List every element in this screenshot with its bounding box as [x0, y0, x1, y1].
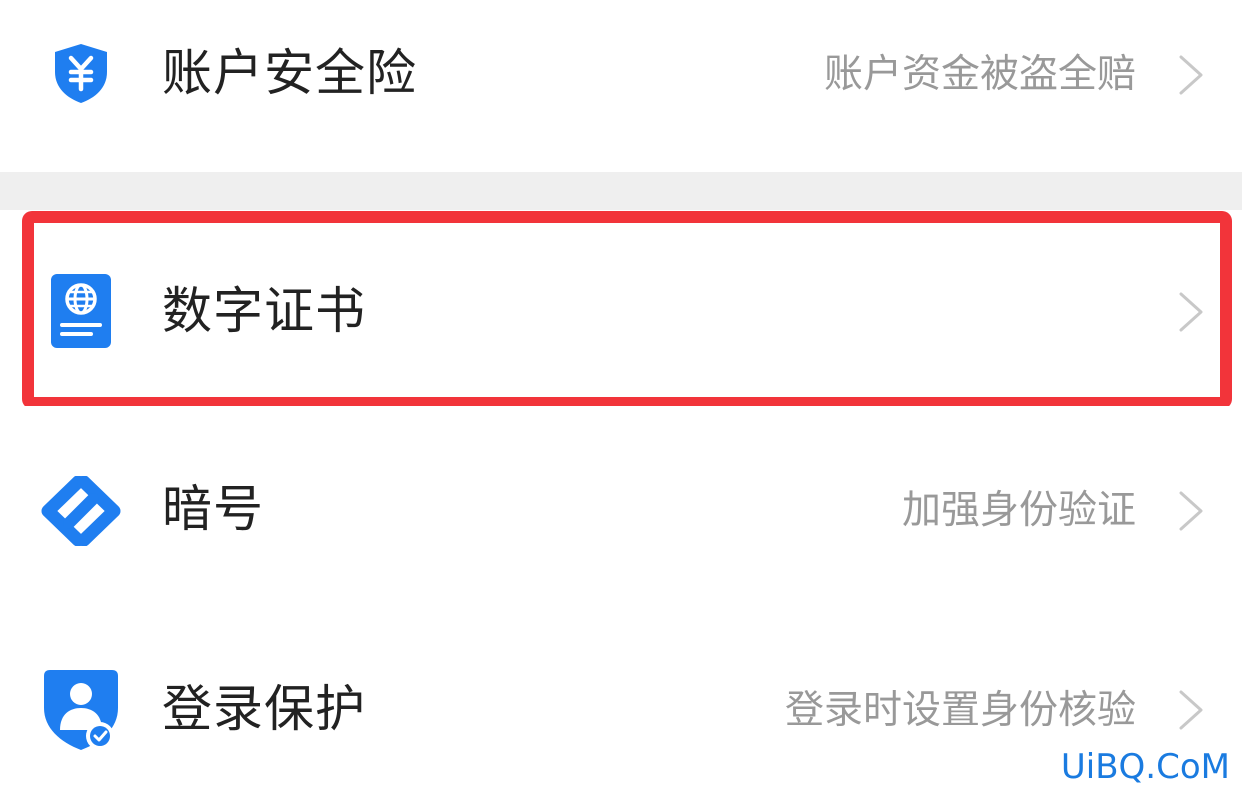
chevron-right-icon: [1178, 55, 1204, 95]
watermark: UiBQ.CoM: [1060, 747, 1230, 787]
list-item-login-protection[interactable]: 登录保护 登录时设置身份核验: [0, 606, 1242, 792]
list-item-subtitle: 账户资金被盗全赔: [823, 52, 1136, 97]
list-item-title: 数字证书: [162, 282, 366, 340]
list-item-title: 登录保护: [162, 680, 366, 738]
list-item-subtitle: 登录时设置身份核验: [784, 688, 1136, 733]
list-item-passphrase[interactable]: 暗号 加强身份验证: [0, 406, 1242, 606]
link-diamond-icon: [38, 475, 124, 547]
yuan-shield-icon: [50, 42, 112, 104]
user-shield-check-icon: [40, 668, 124, 752]
chevron-right-icon: [1178, 292, 1204, 332]
chevron-right-icon: [1178, 690, 1204, 730]
list-item-digital-certificate[interactable]: 数字证书: [0, 210, 1242, 406]
list-item-title: 账户安全险: [162, 44, 417, 102]
section-divider: [0, 172, 1242, 210]
list-item-title: 暗号: [162, 480, 264, 538]
chevron-right-icon: [1178, 491, 1204, 531]
list-item-subtitle: 加强身份验证: [901, 488, 1136, 533]
list-item-account-insurance[interactable]: 账户安全险 账户资金被盗全赔: [0, 0, 1242, 150]
passport-globe-icon: [51, 274, 111, 348]
